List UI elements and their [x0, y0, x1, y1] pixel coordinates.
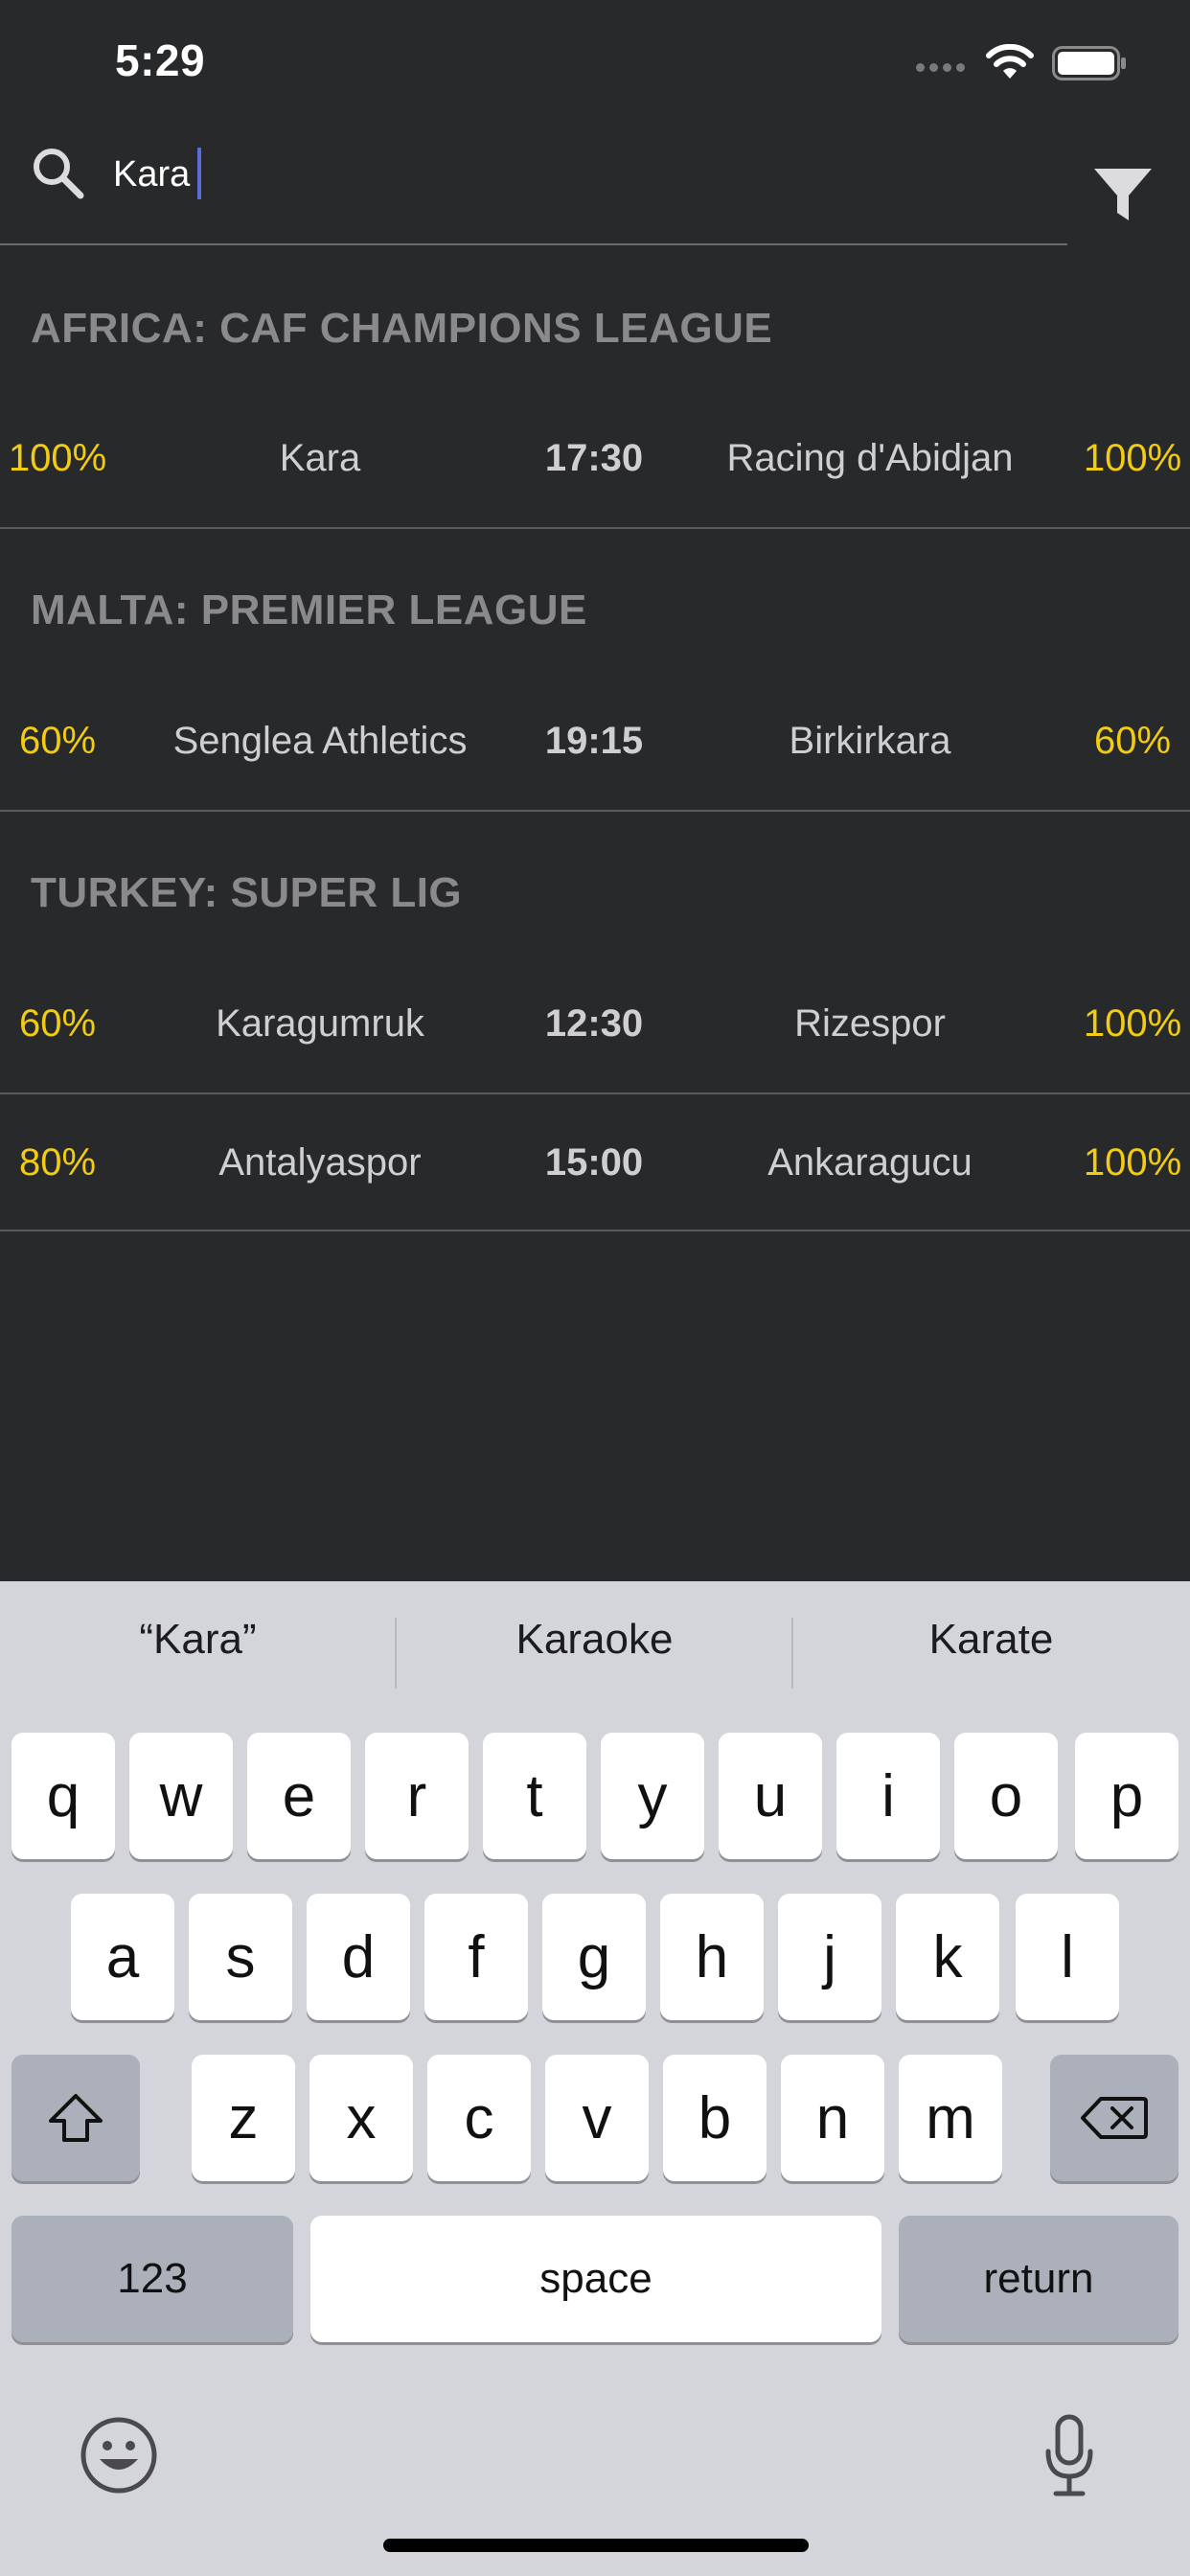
key-p[interactable]: p — [1075, 1733, 1179, 1859]
key-k[interactable]: k — [896, 1894, 999, 2020]
home-team: Antalyaspor — [218, 1141, 422, 1184]
match-row[interactable]: 80% Antalyaspor 15:00 Ankaragucu 100% — [0, 1093, 1190, 1231]
key-b[interactable]: b — [663, 2055, 767, 2181]
away-team: Birkirkara — [789, 720, 951, 762]
key-w[interactable]: w — [129, 1733, 233, 1859]
home-team: Karagumruk — [216, 1002, 424, 1045]
away-percent: 100% — [1083, 1141, 1182, 1184]
league-header: AFRICA: CAF CHAMPIONS LEAGUE — [31, 305, 773, 352]
key-i[interactable]: i — [836, 1733, 940, 1859]
microphone-icon[interactable] — [1042, 2413, 1096, 2499]
shift-icon — [49, 2094, 103, 2142]
key-e[interactable]: e — [247, 1733, 351, 1859]
key-y[interactable]: y — [601, 1733, 704, 1859]
suggestion-item[interactable]: Karaoke — [397, 1616, 792, 1664]
league-header: TURKEY: SUPER LIG — [31, 869, 463, 916]
home-indicator[interactable] — [383, 2539, 809, 2552]
away-team: Ankaragucu — [767, 1141, 973, 1184]
home-percent: 100% — [8, 437, 107, 479]
return-key[interactable]: return — [899, 2216, 1179, 2342]
delete-key[interactable] — [1050, 2055, 1179, 2181]
key-s[interactable]: s — [189, 1894, 292, 2020]
home-percent: 60% — [18, 1002, 97, 1045]
suggestion-item[interactable]: “Kara” — [0, 1616, 396, 1664]
key-o[interactable]: o — [954, 1733, 1058, 1859]
away-team: Rizespor — [794, 1002, 946, 1045]
key-c[interactable]: c — [427, 2055, 531, 2181]
kickoff-time: 19:15 — [544, 720, 644, 762]
suggestion-item[interactable]: Karate — [793, 1616, 1189, 1664]
key-m[interactable]: m — [899, 2055, 1002, 2181]
key-a[interactable]: a — [71, 1894, 174, 2020]
battery-icon — [1052, 46, 1126, 80]
key-x[interactable]: x — [309, 2055, 413, 2181]
space-key[interactable]: space — [310, 2216, 881, 2342]
home-percent: 80% — [18, 1141, 97, 1184]
search-input[interactable] — [113, 144, 1033, 205]
delete-icon — [1081, 2097, 1148, 2139]
wifi-icon — [986, 44, 1034, 79]
text-caret — [197, 148, 201, 199]
kickoff-time: 17:30 — [544, 437, 644, 479]
league-header: MALTA: PREMIER LEAGUE — [31, 586, 587, 633]
away-percent: 60% — [1093, 720, 1172, 762]
status-time: 5:29 — [115, 35, 206, 85]
kickoff-time: 12:30 — [544, 1002, 644, 1045]
key-q[interactable]: q — [11, 1733, 115, 1859]
home-percent: 60% — [18, 720, 97, 762]
away-percent: 100% — [1083, 437, 1182, 479]
divider — [0, 1230, 1190, 1231]
match-row[interactable]: 100% Kara 17:30 Racing d'Abidjan 100% — [0, 389, 1190, 527]
numbers-key[interactable]: 123 — [11, 2216, 293, 2342]
key-h[interactable]: h — [660, 1894, 764, 2020]
key-u[interactable]: u — [719, 1733, 822, 1859]
home-team: Kara — [279, 437, 361, 479]
key-d[interactable]: d — [307, 1894, 410, 2020]
search-icon — [34, 149, 84, 199]
key-l[interactable]: l — [1016, 1894, 1119, 2020]
key-r[interactable]: r — [365, 1733, 469, 1859]
away-percent: 100% — [1083, 1002, 1182, 1045]
key-z[interactable]: z — [192, 2055, 295, 2181]
emoji-icon[interactable] — [80, 2417, 157, 2494]
keyboard: “Kara” Karaoke Karate q w e r t y u i o … — [0, 1581, 1190, 2576]
away-team: Racing d'Abidjan — [726, 437, 1014, 479]
home-team: Senglea Athletics — [172, 720, 468, 762]
key-g[interactable]: g — [542, 1894, 646, 2020]
key-t[interactable]: t — [483, 1733, 586, 1859]
key-j[interactable]: j — [778, 1894, 881, 2020]
key-n[interactable]: n — [781, 2055, 884, 2181]
divider — [0, 810, 1190, 812]
status-bar: 5:29 — [0, 0, 1190, 134]
signal-icon — [916, 63, 965, 72]
divider — [0, 527, 1190, 529]
kickoff-time: 15:00 — [544, 1141, 644, 1184]
search-underline — [0, 243, 1067, 245]
match-row[interactable]: 60% Karagumruk 12:30 Rizespor 100% — [0, 954, 1190, 1092]
shift-key[interactable] — [11, 2055, 140, 2181]
key-f[interactable]: f — [424, 1894, 528, 2020]
suggestion-bar: “Kara” Karaoke Karate — [0, 1581, 1190, 1727]
filter-icon[interactable] — [1092, 165, 1154, 224]
match-row[interactable]: 60% Senglea Athletics 19:15 Birkirkara 6… — [0, 672, 1190, 810]
key-v[interactable]: v — [545, 2055, 649, 2181]
